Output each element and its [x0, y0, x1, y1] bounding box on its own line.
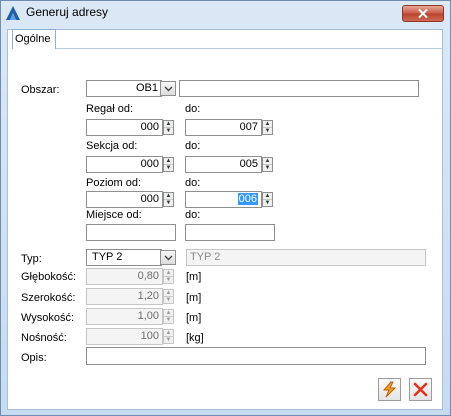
wysokosc-input[interactable]: 1,00: [86, 308, 163, 325]
obszar-dropdown-button[interactable]: [160, 81, 176, 96]
tab-ogolne-label: Ogólne: [15, 33, 51, 45]
sekcja-from-input[interactable]: 000: [86, 156, 163, 173]
spin-down-icon[interactable]: ▼: [263, 164, 272, 171]
typ-select[interactable]: TYP 2: [86, 249, 162, 266]
typ-label: Typ:: [21, 253, 42, 265]
tab-divider: [12, 48, 442, 49]
regal-to-stepper[interactable]: ▲ ▼: [262, 120, 273, 135]
obszar-description[interactable]: [179, 80, 419, 97]
app-logo-icon: [6, 6, 20, 20]
window-title: Generuj adresy: [26, 5, 109, 19]
spin-down-icon[interactable]: ▼: [164, 316, 173, 323]
regal-to-label: do:: [185, 103, 201, 115]
glebokosc-input[interactable]: 0,80: [86, 268, 163, 285]
opis-label: Opis:: [21, 352, 47, 364]
glebokosc-stepper[interactable]: ▲ ▼: [163, 269, 174, 284]
spin-down-icon[interactable]: ▼: [164, 296, 173, 303]
cancel-button[interactable]: [409, 378, 432, 401]
generate-button[interactable]: [378, 378, 401, 401]
wysokosc-unit: [m]: [186, 312, 202, 324]
poziom-to-input[interactable]: 006: [185, 191, 262, 208]
miejsce-to-input[interactable]: [185, 224, 275, 241]
glebokosc-unit: [m]: [186, 271, 202, 283]
close-button[interactable]: [402, 5, 444, 22]
sekcja-from-label: Sekcja od:: [86, 140, 138, 152]
poziom-to-selected-text: 006: [237, 193, 258, 205]
x-icon: [413, 382, 428, 397]
szerokosc-label: Szerokość:: [21, 292, 76, 304]
miejsce-from-label: Miejsce od:: [86, 209, 142, 221]
szerokosc-unit: [m]: [186, 292, 202, 304]
szerokosc-stepper[interactable]: ▲ ▼: [163, 289, 174, 304]
wysokosc-label: Wysokość:: [21, 312, 75, 324]
sekcja-to-input[interactable]: 005: [185, 156, 262, 173]
nosnosc-label: Nośność:: [21, 332, 67, 344]
typ-dropdown-button[interactable]: [160, 250, 176, 265]
glebokosc-label: Głębokość:: [21, 271, 77, 283]
wysokosc-stepper[interactable]: ▲ ▼: [163, 309, 174, 324]
sekcja-to-stepper[interactable]: ▲ ▼: [262, 157, 273, 172]
miejsce-from-input[interactable]: [86, 224, 176, 241]
chevron-down-icon: [164, 86, 172, 91]
spin-down-icon[interactable]: ▼: [263, 127, 272, 134]
nosnosc-input[interactable]: 100: [86, 328, 163, 345]
obszar-label: Obszar:: [21, 84, 60, 96]
regal-from-stepper[interactable]: ▲ ▼: [163, 120, 174, 135]
obszar-select[interactable]: OB1: [86, 80, 162, 97]
sekcja-to-label: do:: [185, 140, 201, 152]
regal-to-input[interactable]: 007: [185, 119, 262, 136]
title-bar[interactable]: Generuj adresy: [0, 0, 449, 26]
miejsce-to-label: do:: [185, 209, 201, 221]
close-icon: [418, 9, 428, 18]
spin-down-icon[interactable]: ▼: [164, 276, 173, 283]
spin-down-icon[interactable]: ▼: [164, 199, 173, 206]
spin-down-icon[interactable]: ▼: [164, 127, 173, 134]
spin-down-icon[interactable]: ▼: [164, 336, 173, 343]
poziom-from-input[interactable]: 000: [86, 191, 163, 208]
spin-down-icon[interactable]: ▼: [263, 199, 272, 206]
poziom-from-label: Poziom od:: [86, 177, 142, 189]
spin-down-icon[interactable]: ▼: [164, 164, 173, 171]
poziom-to-label: do:: [185, 177, 201, 189]
regal-from-label: Regał od:: [86, 103, 134, 115]
nosnosc-unit: [kg]: [186, 332, 204, 344]
nosnosc-stepper[interactable]: ▲ ▼: [163, 329, 174, 344]
szerokosc-input[interactable]: 1,20: [86, 288, 163, 305]
regal-from-input[interactable]: 000: [86, 119, 163, 136]
poziom-to-stepper[interactable]: ▲ ▼: [262, 192, 273, 207]
obszar-value: OB1: [135, 82, 158, 94]
poziom-from-stepper[interactable]: ▲ ▼: [163, 192, 174, 207]
sekcja-from-stepper[interactable]: ▲ ▼: [163, 157, 174, 172]
opis-input[interactable]: [86, 347, 426, 365]
typ-value: TYP 2: [92, 251, 123, 263]
chevron-down-icon: [164, 255, 172, 260]
typ-description: TYP 2: [186, 249, 426, 266]
tab-ogolne[interactable]: Ogólne: [12, 29, 56, 49]
lightning-icon: [382, 381, 397, 398]
